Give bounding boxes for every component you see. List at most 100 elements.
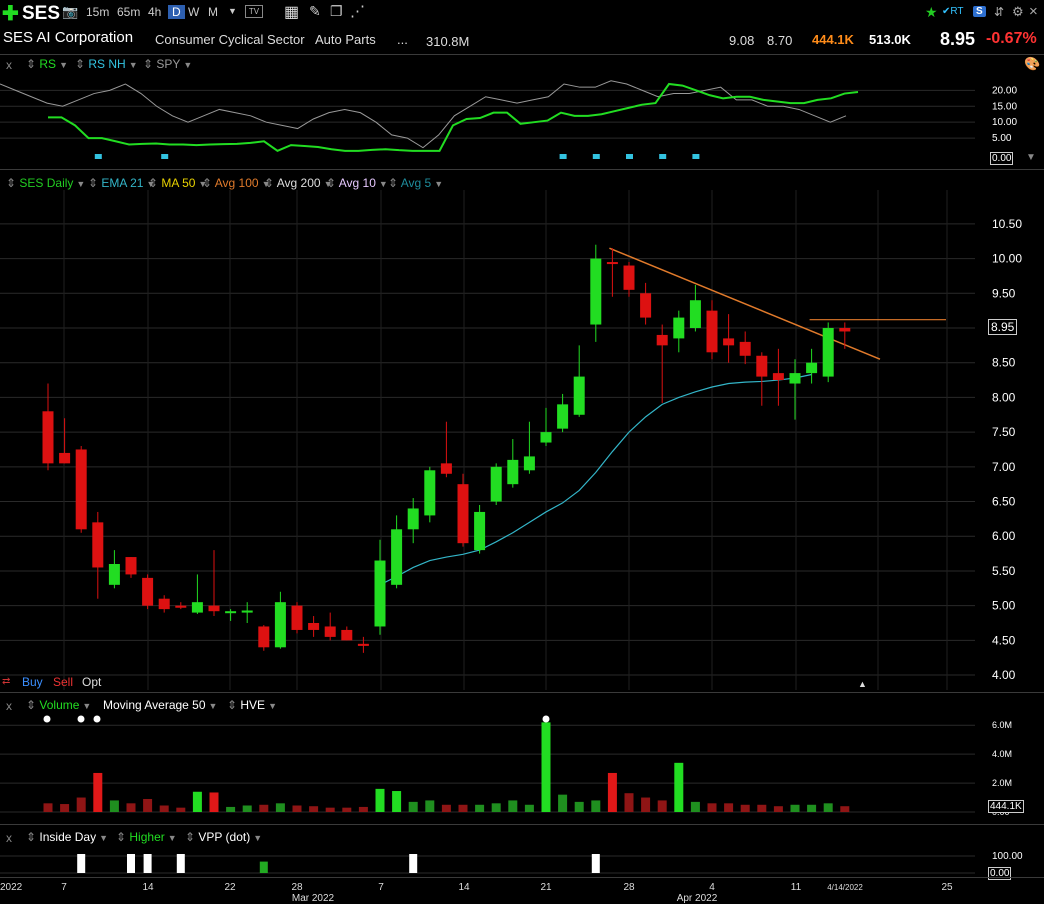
- price-legend-item[interactable]: ⇕ Avg 200 ▼: [264, 176, 332, 190]
- x-axis-label: 4/14/2022: [827, 883, 863, 892]
- share-icon[interactable]: ⋰: [350, 2, 365, 20]
- volume-bar: [408, 801, 418, 812]
- volume-bar: [60, 804, 70, 812]
- symbol[interactable]: SES: [22, 3, 60, 25]
- tv-icon[interactable]: TV: [245, 5, 263, 18]
- volume-bar: [624, 793, 634, 812]
- price-legend-item[interactable]: ⇕ Avg 5 ▼: [388, 176, 443, 190]
- tab-d[interactable]: D: [168, 5, 185, 19]
- x-axis-label: 22: [224, 882, 236, 893]
- tab-65m[interactable]: 65m: [117, 5, 140, 19]
- rs-nh-marker: [659, 154, 667, 159]
- price-legend-label: Avg 5: [400, 176, 432, 190]
- price-legend-item[interactable]: ⇕ SES Daily ▼: [6, 176, 85, 190]
- candle-body: [274, 602, 286, 648]
- candle-body: [191, 602, 203, 613]
- volume-bar: [674, 762, 684, 812]
- rs-nh-marker: [559, 154, 567, 159]
- trade-icon[interactable]: ⇄: [2, 676, 10, 687]
- close-icon[interactable]: ×: [1029, 3, 1038, 20]
- higher-label[interactable]: ⇕ Higher ▼: [116, 830, 177, 844]
- opt-button[interactable]: Opt: [82, 675, 101, 689]
- more-ellipsis[interactable]: ...: [397, 32, 408, 47]
- camera-icon[interactable]: 📷: [62, 4, 78, 20]
- price-axis-label: 6.00: [992, 529, 1016, 543]
- volume-bar: [226, 806, 236, 812]
- volume-bar: [93, 772, 103, 812]
- candle-body: [507, 459, 519, 485]
- info-bar: SES AI Corporation Consumer Cyclical Sec…: [0, 28, 1044, 54]
- volume-bar: [558, 794, 568, 812]
- inside-day-label[interactable]: ⇕ Inside Day ▼: [26, 830, 108, 844]
- s-badge-icon[interactable]: S: [973, 6, 986, 17]
- volume-bar: [707, 803, 717, 812]
- star-icon[interactable]: ★: [925, 4, 938, 21]
- volume-bar: [524, 804, 534, 812]
- tab-m[interactable]: M: [208, 5, 218, 19]
- bottom-panel-close[interactable]: x: [6, 831, 12, 845]
- x-axis: 2022 7 14 22 28Mar 20227 14 21 28 4Apr 202211 4/1…: [0, 882, 953, 904]
- price-legend: ⇕ SES Daily ▼ ⇕ EMA 21 ▼ ⇕ MA 50 ▼ ⇕ Avg 100 ▼ ⇕…: [6, 176, 446, 190]
- price-legend-item[interactable]: ⇕ Avg 10 ▼: [326, 176, 388, 190]
- sector[interactable]: Consumer Cyclical Sector: [155, 32, 305, 47]
- tab-w[interactable]: W: [188, 5, 199, 19]
- price-legend-item[interactable]: ⇕ EMA 21 ▼: [88, 176, 155, 190]
- rs-options-icon[interactable]: ▼: [1026, 152, 1036, 163]
- day-low: 8.70: [767, 33, 793, 48]
- price-legend-item[interactable]: ⇕ MA 50 ▼: [148, 176, 207, 190]
- pencil-icon[interactable]: ✎: [309, 3, 321, 20]
- sell-button[interactable]: Sell: [53, 675, 73, 689]
- volume-bar: [176, 807, 186, 812]
- add-symbol-icon[interactable]: ✚: [2, 1, 19, 26]
- collapse-arrow-icon[interactable]: ▲: [858, 679, 867, 689]
- tab-15m[interactable]: 15m: [86, 5, 109, 19]
- volume-bar: [757, 804, 767, 812]
- x-axis-label: 11: [791, 882, 802, 893]
- volume-bar: [309, 806, 319, 812]
- price-axis-label: 7.00: [992, 460, 1016, 474]
- price-legend-item[interactable]: ⇕ Avg 100 ▼: [202, 176, 270, 190]
- vpp-label[interactable]: ⇕ VPP (dot) ▼: [185, 830, 262, 844]
- avg-volume: 513.0K: [869, 32, 911, 47]
- x-axis-label: 14: [142, 882, 154, 893]
- volume-bar: [823, 803, 833, 812]
- price-legend-label: SES Daily: [19, 176, 74, 190]
- rs-nh-label[interactable]: ⇕ RS NH ▼: [75, 57, 138, 71]
- bottom-axis-label: 100.00: [992, 851, 1023, 862]
- link-icon[interactable]: ⇵: [994, 5, 1004, 19]
- buy-button[interactable]: Buy: [22, 675, 43, 689]
- volume-bar: [275, 803, 285, 812]
- industry[interactable]: Auto Parts: [315, 32, 376, 47]
- rs-label[interactable]: ⇕ RS ▼: [26, 57, 68, 71]
- layers-icon[interactable]: ❐: [330, 3, 343, 20]
- settings-icon[interactable]: ⚙: [1012, 4, 1024, 20]
- candle-body: [839, 328, 851, 332]
- company-name[interactable]: SES AI Corporation: [3, 29, 133, 46]
- x-axis-label: 25: [941, 882, 953, 893]
- price-axis-label: 10.50: [992, 217, 1022, 231]
- volume-bar: [790, 804, 800, 812]
- tab-4h[interactable]: 4h: [148, 5, 161, 19]
- inside-day-marker: [77, 854, 86, 873]
- candle-body: [590, 258, 602, 325]
- volume-axis-label: 6.0M: [992, 720, 1012, 730]
- x-axis-label: 4: [709, 882, 715, 893]
- volume-bar: [607, 772, 617, 812]
- volume-bar: [292, 805, 302, 812]
- last-price: 8.95: [940, 29, 976, 49]
- spy-label[interactable]: ⇕ SPY ▼: [143, 57, 192, 71]
- candle-body: [341, 629, 353, 641]
- grid-icon[interactable]: ▦: [284, 2, 299, 22]
- chevron-down-icon[interactable]: ▼: [228, 6, 237, 16]
- volume-bar: [541, 722, 551, 812]
- price-legend-label: Avg 100: [214, 176, 259, 190]
- rt-icon[interactable]: ✔RT: [942, 6, 964, 17]
- toolbar: ✚ SES 📷 15m 65m 4h D W M ▼ TV ▦ ✎ ❐ ⋰ ★ …: [0, 0, 1044, 28]
- candle-body: [440, 463, 452, 474]
- volume-bar: [143, 798, 153, 812]
- volume-today: 444.1K: [812, 32, 854, 47]
- price-axis-label: 5.00: [992, 599, 1016, 613]
- candle-body: [523, 456, 535, 471]
- candle-body: [706, 310, 718, 353]
- volume-bar: [76, 797, 86, 812]
